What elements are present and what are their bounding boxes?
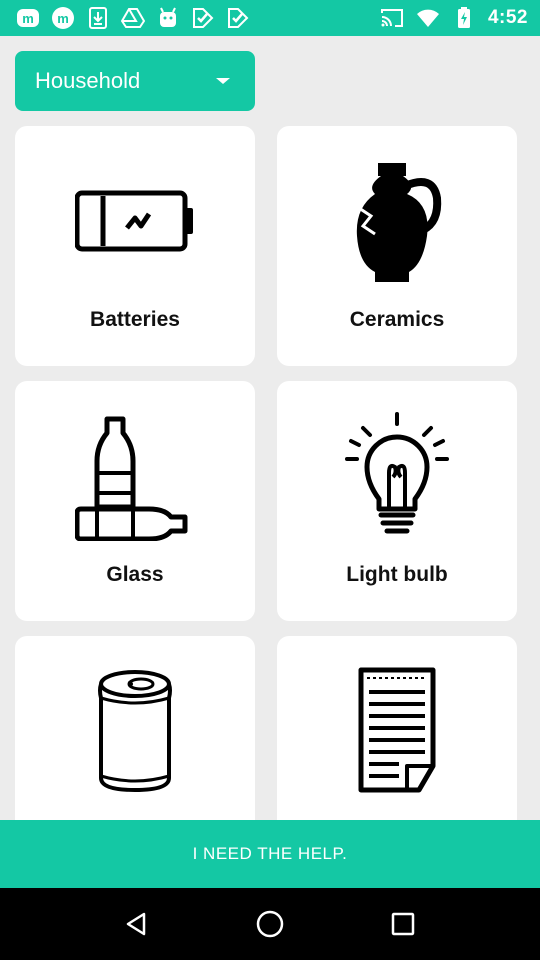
check-icon: [226, 6, 250, 30]
item-card-ceramics[interactable]: Ceramics: [277, 126, 517, 366]
category-dropdown-value: Household: [35, 68, 141, 93]
battery-icon: [75, 156, 195, 286]
status-bar: m m 4:52: [0, 0, 540, 36]
cast-icon: [380, 6, 404, 30]
item-label: Batteries: [90, 308, 180, 331]
battery-charging-icon: [452, 6, 476, 30]
main-content[interactable]: Household Batteries Ceramics Glass Light…: [0, 36, 540, 820]
download-icon: [86, 6, 110, 30]
system-icons: 4:52: [380, 6, 528, 30]
app-m-icon: m: [16, 6, 40, 30]
caret-down-icon: [216, 78, 230, 84]
navigation-bar: [0, 888, 540, 960]
item-card-batteries[interactable]: Batteries: [15, 126, 255, 366]
paper-icon: [337, 666, 457, 796]
svg-text:m: m: [57, 11, 69, 26]
recents-icon[interactable]: [383, 904, 423, 944]
can-icon: [75, 666, 195, 796]
drive-icon: [121, 6, 145, 30]
item-card-paper[interactable]: [277, 636, 517, 820]
item-label: Glass: [106, 563, 164, 586]
category-dropdown[interactable]: Household: [15, 51, 255, 111]
notification-icons: m m: [16, 6, 380, 30]
clock: 4:52: [487, 7, 528, 28]
svg-text:m: m: [22, 11, 34, 26]
bottles-icon: [75, 411, 195, 541]
app-m-circle-icon: m: [51, 6, 75, 30]
item-card-glass[interactable]: Glass: [15, 381, 255, 621]
home-icon[interactable]: [250, 904, 290, 944]
help-button[interactable]: I NEED THE HELP.: [0, 820, 540, 888]
vase-icon: [337, 156, 457, 286]
item-label: Light bulb: [346, 563, 448, 586]
item-label: Ceramics: [349, 308, 445, 331]
android-icon: [156, 6, 180, 30]
item-card-can[interactable]: [15, 636, 255, 820]
item-card-light-bulb[interactable]: Light bulb: [277, 381, 517, 621]
back-icon[interactable]: [117, 904, 157, 944]
check-icon: [191, 6, 215, 30]
wifi-icon: [416, 6, 440, 30]
lightbulb-icon: [337, 411, 457, 541]
